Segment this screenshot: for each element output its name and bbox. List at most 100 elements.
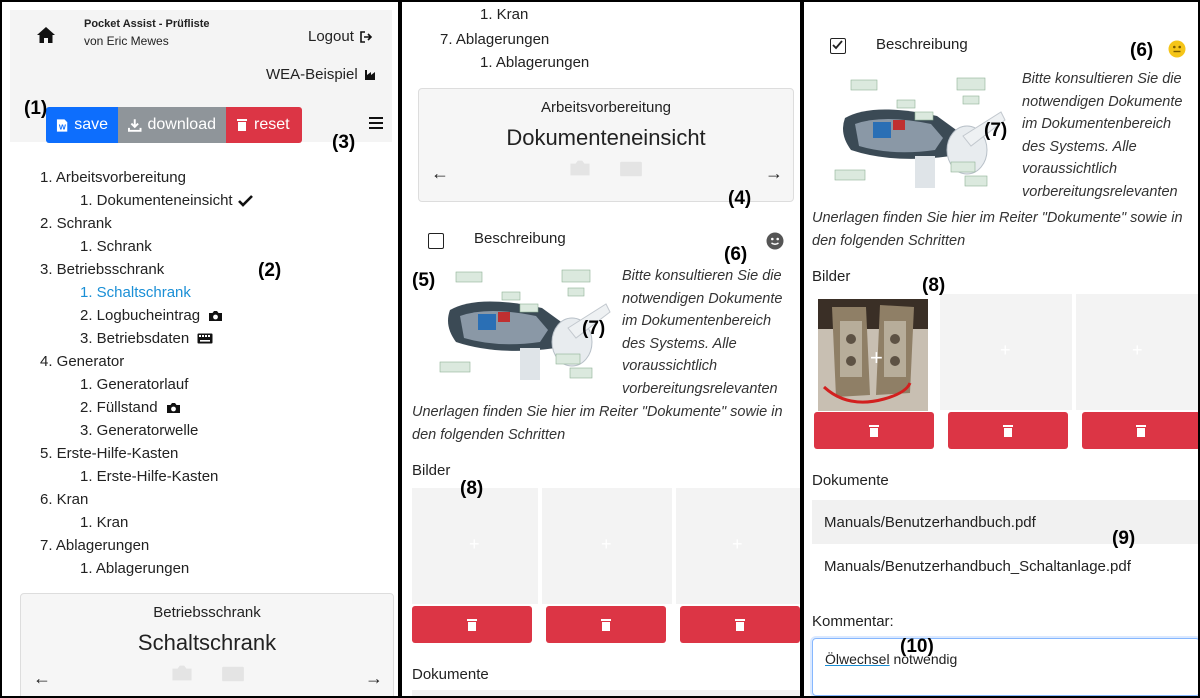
description-line: im Dokumentenbereich [622,313,772,329]
image-slot[interactable]: + [542,488,672,604]
description-line: Unerlagen finden Sie hier im Reiter "Dok… [812,210,1183,226]
step-card-title: Schaltschrank [137,630,277,655]
delete-image-button[interactable] [546,606,666,643]
description-line: den folgenden Schritten [812,232,966,249]
panel-task-view: 1. Kran 7. Ablagerungen 1. Ablagerungen … [400,0,802,698]
photo-thumbnail-image: + [818,299,928,411]
delete-image-button[interactable] [412,606,532,643]
image-slot[interactable]: + [940,294,1072,410]
industry-icon [364,69,375,80]
description-text-column: Bitte konsultieren Sie die notwendigen D… [1022,68,1198,203]
nav-section-betriebsschrank[interactable]: 3. Betriebsschrank [40,261,164,278]
nav-item-dokumenteneinsicht[interactable]: 1. Dokumenteneinsicht [80,192,253,209]
nav-item-schaltschrank-active[interactable]: 1. Schaltschrank [80,284,191,301]
app-author: von Eric Mewes [84,34,169,48]
reset-label: reset [254,116,290,133]
nav-item-label: 3. Betriebsdaten [80,330,190,347]
smiley-neutral-icon[interactable] [1168,40,1186,58]
callout-6: (6) [1130,40,1154,61]
nav-section-ablagerungen[interactable]: 7. Ablagerungen [40,537,149,554]
file-word-icon: W [56,118,68,131]
nav-section-generator[interactable]: 4. Generator [40,353,124,370]
callout-5: (5) [412,270,436,291]
step-card-section: Betriebsschrank [153,604,261,621]
previous-arrow-icon[interactable]: ← [33,668,51,689]
nav-section-erste-hilfe[interactable]: 5. Erste-Hilfe-Kasten [40,445,178,462]
home-icon[interactable] [36,26,56,44]
description-line: vorbereitungsrelevanten [622,380,778,397]
document-row[interactable] [412,690,800,696]
task-checkbox-checked[interactable] [830,38,846,54]
trash-icon [1136,424,1146,437]
delete-image-button[interactable] [1082,412,1198,449]
menu-icon[interactable] [369,117,383,129]
save-button[interactable]: W save [46,107,118,143]
delete-image-button[interactable] [948,412,1068,449]
uploaded-photo[interactable]: + [818,299,928,411]
description-line: voraussichtlich [622,358,718,374]
comment-textarea[interactable]: Ölwechsel notwendig [812,638,1198,696]
description-label: Beschreibung [474,230,566,247]
delete-image-button[interactable] [814,412,934,449]
download-button[interactable]: download [118,107,226,143]
delete-image-button[interactable] [680,606,800,643]
description-line: notwendigen Dokumente [1022,93,1183,110]
image-slot[interactable]: + [676,488,800,604]
nav-item-ablagerungen[interactable]: 1. Ablagerungen [80,560,189,577]
nav-section-arbeitsvorbereitung[interactable]: 1. Arbeitsvorbereitung [40,169,186,186]
comment-label: Kommentar: [812,613,894,630]
nav-item-label: 2. Logbucheintrag [80,307,201,324]
callout-6: (6) [724,244,748,265]
trash-icon [237,119,247,131]
nav-item-kran[interactable]: 1. Kran [480,6,528,23]
callout-2: (2) [258,260,282,281]
logout-label: Logout [308,28,354,45]
description-text-full: Unerlagen finden Sie hier im Reiter "Dok… [412,401,800,446]
document-row[interactable]: Manuals/Benutzerhandbuch_Schaltanlage.pd… [812,544,1198,588]
nav-item-generatorlauf[interactable]: 1. Generatorlauf [80,376,188,393]
documents-label: Dokumente [812,472,889,489]
nav-section-schrank[interactable]: 2. Schrank [40,215,112,232]
document-row[interactable]: Manuals/Benutzerhandbuch.pdf [812,500,1198,544]
reset-button[interactable]: reset [226,107,302,143]
nav-item-fuellstand[interactable]: 2. Füllstand [80,399,181,416]
callout-10: (10) [900,636,934,657]
callout-8: (8) [460,478,484,499]
description-label: Beschreibung [876,36,968,53]
smiley-neutral-icon[interactable] [766,232,784,250]
nav-item-kran[interactable]: 1. Kran [80,514,128,531]
nav-item-ablagerungen[interactable]: 1. Ablagerungen [480,54,589,71]
trash-icon [601,618,611,631]
trash-icon [869,424,879,437]
document-link[interactable]: Manuals/Benutzerhandbuch.pdf [824,514,1036,531]
app-title: Pocket Assist - Prüfliste [84,18,210,30]
logout-link[interactable]: Logout [308,28,373,45]
next-arrow-icon[interactable]: → [765,163,783,184]
nav-item-schrank[interactable]: 1. Schrank [80,238,152,255]
download-label: download [147,116,217,133]
keyboard-icon [222,666,244,682]
description-line: Bitte konsultieren Sie die [1022,71,1182,87]
image-slot[interactable]: + [1076,294,1198,410]
description-line: den folgenden Schritten [412,426,566,443]
camera-icon [166,402,180,413]
document-link[interactable]: Manuals/Benutzerhandbuch_Schaltanlage.pd… [824,558,1131,575]
nav-item-label: 2. Füllstand [80,399,158,416]
callout-3: (3) [332,132,356,153]
nav-section-ablagerungen[interactable]: 7. Ablagerungen [440,31,549,48]
nav-item-erste-hilfe[interactable]: 1. Erste-Hilfe-Kasten [80,468,218,485]
task-checkbox[interactable] [428,233,444,249]
description-line: Unerlagen finden Sie hier im Reiter "Dok… [412,404,783,420]
nav-item-betriebsdaten[interactable]: 3. Betriebsdaten [80,330,213,347]
callout-1: (1) [24,98,48,119]
nav-item-generatorwelle[interactable]: 3. Generatorwelle [80,422,198,439]
documents-label: Dokumente [412,666,489,683]
image-slot[interactable]: + [412,488,538,604]
next-arrow-icon[interactable]: → [365,668,383,689]
nav-section-kran[interactable]: 6. Kran [40,491,88,508]
nav-item-logbucheintrag[interactable]: 2. Logbucheintrag [80,307,223,324]
description-text-full: Unerlagen finden Sie hier im Reiter "Dok… [812,207,1198,252]
description-line: Bitte konsultieren Sie die [622,268,782,284]
description-line: des Systems. Alle [622,335,737,352]
previous-arrow-icon[interactable]: ← [431,163,449,184]
